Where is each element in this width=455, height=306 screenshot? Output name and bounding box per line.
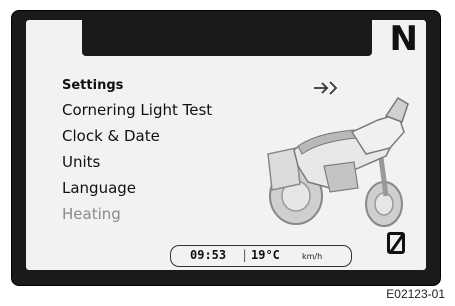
display-screen: N Settings Cornering Light Test Clock & … <box>26 20 426 270</box>
menu-item-cornering-light-test[interactable]: Cornering Light Test <box>62 101 212 119</box>
status-bar: 09:53 | 19°C km/h <box>170 245 352 267</box>
clock-readout: 09:53 <box>190 248 227 262</box>
menu-item-heating[interactable]: Heating <box>62 205 121 223</box>
gear-indicator: N <box>389 20 418 59</box>
menu-item-language[interactable]: Language <box>62 179 136 197</box>
menu-item-units[interactable]: Units <box>62 153 100 171</box>
menu-title: Settings <box>62 78 124 93</box>
top-status-bar <box>82 20 372 56</box>
status-separator: | <box>241 248 249 262</box>
motorcycle-image <box>267 96 409 227</box>
menu-item-clock-date[interactable]: Clock & Date <box>62 127 160 145</box>
speed-unit-label: km/h <box>302 252 323 261</box>
temperature-readout: 19°C <box>251 248 280 262</box>
zero-reset-icon[interactable] <box>387 232 405 254</box>
figure-id: E02123-01 <box>386 287 445 301</box>
